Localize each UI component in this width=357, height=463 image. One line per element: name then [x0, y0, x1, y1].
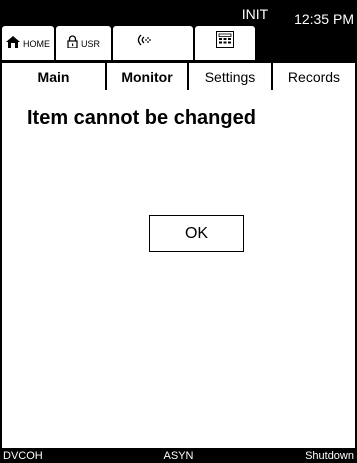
- ok-button[interactable]: OK: [149, 215, 244, 252]
- home-icon: [6, 35, 20, 53]
- user-label: USR: [80, 39, 100, 49]
- keypad-button[interactable]: [195, 26, 255, 60]
- status-mode: INIT: [241, 6, 269, 22]
- tab-main[interactable]: Main: [2, 63, 105, 90]
- home-button[interactable]: HOME: [2, 26, 54, 60]
- tab-records[interactable]: Records: [273, 63, 355, 90]
- tab-settings[interactable]: Settings: [189, 63, 271, 90]
- keypad-icon: [216, 31, 234, 53]
- lock-icon: [67, 35, 78, 53]
- tab-monitor[interactable]: Monitor: [107, 63, 187, 90]
- home-label: HOME: [23, 39, 50, 49]
- tab-bar: Main Monitor Settings Records: [0, 60, 357, 90]
- shutdown-link[interactable]: Shutdown: [305, 450, 354, 462]
- signal-icon: [135, 33, 151, 52]
- dialog-panel: Item cannot be changed OK: [2, 90, 355, 448]
- status-left: DVCOH: [3, 450, 43, 462]
- dialog-message: Item cannot be changed: [27, 107, 256, 129]
- bottom-status-bar: ASYN DVCOH Shutdown: [0, 448, 357, 463]
- signal-button[interactable]: [113, 26, 193, 60]
- clock: 12:35 PM: [294, 11, 354, 27]
- status-center: ASYN: [163, 450, 194, 462]
- device-screen: INIT 12:35 PM HOME USR Main Monitor Sett…: [0, 0, 357, 463]
